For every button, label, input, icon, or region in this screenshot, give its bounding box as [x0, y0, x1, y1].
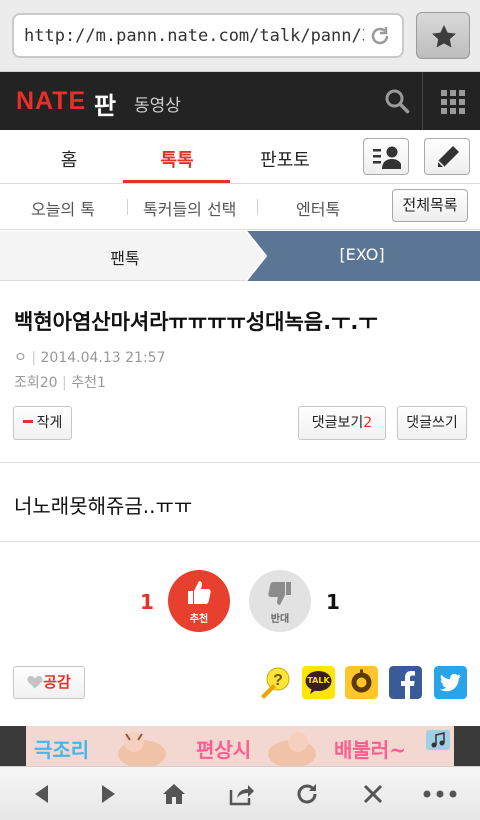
tab-home[interactable]: 홈 — [19, 146, 119, 172]
divider — [0, 541, 480, 542]
active-tab-indicator — [123, 180, 230, 183]
bookmark-button[interactable] — [416, 12, 470, 59]
breadcrumb-exo[interactable]: [EXO] — [300, 245, 424, 264]
url-text[interactable]: http://m.pann.nate.com/talk/pann/3 — [24, 26, 364, 46]
subtab-entertalk[interactable]: 엔터톡 — [296, 196, 340, 220]
thumbs-down-icon — [268, 582, 291, 605]
post-stats: 조회20 | 추천1 — [14, 375, 106, 391]
sub-tabs: 오늘의 톡 톡커들의 선택 엔터톡 전체목록 — [0, 184, 480, 230]
full-list-button[interactable]: 전체목록 — [392, 189, 468, 222]
breadcrumb: 팬톡 [EXO] — [0, 231, 480, 281]
pann-logo[interactable]: 판 — [94, 86, 116, 121]
user-list-icon — [373, 146, 401, 169]
thumbs-up-icon — [188, 581, 211, 604]
downvote-count: 1 — [326, 590, 340, 614]
grid-menu-icon[interactable] — [441, 90, 465, 114]
ad-text-2: 편상시 — [196, 738, 252, 762]
home-icon[interactable] — [160, 781, 188, 807]
recommend-count: 추천1 — [71, 375, 106, 391]
more-icon[interactable] — [422, 781, 458, 807]
minus-icon — [22, 419, 33, 423]
post-author-date: ㅇ | 2014.04.13 21:57 — [14, 350, 166, 366]
post-date: 2014.04.13 21:57 — [40, 350, 166, 366]
reload-icon[interactable] — [368, 24, 392, 48]
recommend-button[interactable]: 추천 — [168, 570, 230, 632]
url-field[interactable]: http://m.pann.nate.com/talk/pann/3 — [12, 13, 404, 58]
search-icon[interactable] — [384, 88, 410, 114]
tab-panphoto[interactable]: 판포토 — [235, 146, 335, 172]
facebook-share-icon[interactable] — [389, 666, 422, 699]
kakaostory-share-icon[interactable] — [345, 666, 378, 699]
browser-address-bar: http://m.pann.nate.com/talk/pann/3 — [0, 0, 480, 72]
star-icon — [432, 25, 456, 48]
tab-toktok[interactable]: 톡톡 — [127, 146, 227, 172]
recommend-label: 추천 — [189, 614, 209, 625]
write-comment-button[interactable]: 댓글쓰기 — [397, 406, 467, 440]
breadcrumb-fantalk[interactable]: 팬톡 — [70, 245, 180, 269]
pencil-icon — [437, 146, 459, 168]
music-note-icon — [426, 730, 450, 750]
comment-count: 2 — [363, 415, 373, 431]
ad-text-3: 배불러~ — [334, 738, 406, 762]
post-title: 백현아염산마셔라ㅠㅠㅠㅠ성대녹음.ㅜ.ㅜ — [14, 310, 378, 334]
post-body: 너노래못해쥬금..ㅠㅠ — [14, 494, 193, 518]
ad-banner-image[interactable]: 극조리 편상시 배불러~ — [26, 726, 454, 766]
ad-text-1: 극조리 — [34, 738, 90, 762]
my-profile-button[interactable] — [363, 138, 409, 175]
subtab-today[interactable]: 오늘의 톡 — [31, 196, 95, 220]
view-comments-button[interactable]: 댓글보기2 — [298, 406, 386, 440]
main-tabs: 홈 톡톡 판포토 — [0, 130, 480, 184]
close-icon[interactable] — [359, 781, 387, 807]
forward-icon[interactable] — [94, 781, 122, 807]
subtab-separator — [257, 199, 258, 215]
share-icon[interactable] — [227, 781, 255, 807]
refresh-icon[interactable] — [293, 781, 321, 807]
ad-pig-illustration — [118, 732, 166, 766]
empathy-button[interactable]: 공감 — [13, 666, 85, 699]
kakaotalk-label: TALK — [307, 676, 330, 685]
oppose-button[interactable]: 반대 — [249, 570, 311, 632]
write-post-button[interactable] — [424, 138, 470, 175]
question-share-icon[interactable]: ? — [258, 666, 291, 699]
heart-icon — [27, 676, 43, 689]
back-icon[interactable] — [28, 781, 56, 807]
twitter-share-icon[interactable] — [434, 666, 467, 699]
ad-pig-illustration — [268, 732, 316, 766]
site-header: NATE 판 동영상 — [0, 72, 480, 130]
divider — [0, 462, 480, 463]
browser-toolbar — [0, 766, 480, 820]
header-divider — [422, 72, 423, 130]
subtab-talker-choice[interactable]: 톡커들의 선택 — [143, 196, 236, 220]
upvote-count: 1 — [140, 590, 154, 614]
kakaotalk-share-button[interactable]: TALK — [302, 666, 335, 699]
oppose-label: 반대 — [270, 614, 290, 625]
view-count: 조회20 — [14, 375, 58, 391]
nate-logo[interactable]: NATE — [16, 87, 86, 116]
video-link[interactable]: 동영상 — [134, 91, 181, 116]
subtab-separator — [127, 199, 128, 215]
ad-banner[interactable]: 극조리 편상시 배불러~ — [0, 726, 480, 766]
post-author[interactable]: ㅇ — [14, 350, 27, 366]
font-smaller-button[interactable]: 작게 — [13, 406, 72, 440]
